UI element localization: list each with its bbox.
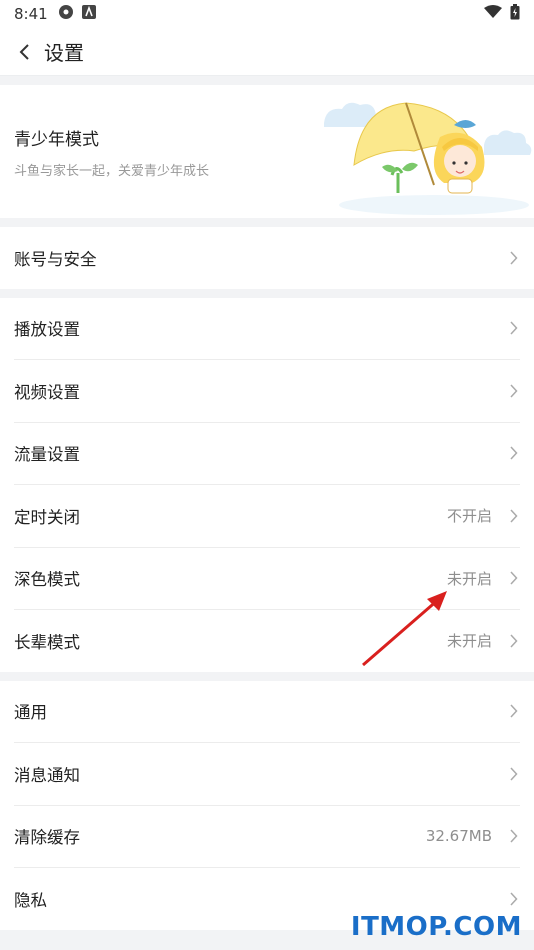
- chevron-right-icon: [506, 384, 520, 398]
- row-label: 播放设置: [14, 320, 80, 340]
- wifi-icon: [484, 5, 502, 23]
- chevron-right-icon: [506, 829, 520, 843]
- chevron-right-icon: [506, 321, 520, 335]
- chevron-right-icon: [506, 446, 520, 460]
- status-bar: 8:41: [0, 0, 534, 28]
- watermark: ITMOP.COM: [350, 912, 522, 942]
- group-general: 通用 消息通知 清除缓存 32.67MB 隐私: [0, 680, 534, 930]
- group-playback: 播放设置 视频设置 流量设置 定时关闭 不开启 深色模式 未开启 长辈模式 未开…: [0, 297, 534, 672]
- battery-icon: [510, 4, 520, 24]
- settings-row-clear-cache[interactable]: 清除缓存 32.67MB: [0, 806, 534, 868]
- row-label: 流量设置: [14, 445, 80, 465]
- settings-row-sleep-timer[interactable]: 定时关闭 不开启: [0, 485, 534, 547]
- chevron-right-icon: [506, 634, 520, 648]
- status-time: 8:41: [14, 5, 48, 23]
- chevron-right-icon: [506, 892, 520, 906]
- chevron-right-icon: [506, 704, 520, 718]
- settings-row-notifications[interactable]: 消息通知: [0, 743, 534, 805]
- header: 设置: [0, 28, 534, 76]
- settings-row-playback[interactable]: 播放设置: [0, 298, 534, 360]
- teen-mode-card[interactable]: 青少年模式 斗鱼与家长一起，关爱青少年成长: [0, 85, 534, 218]
- row-label: 账号与安全: [14, 249, 97, 269]
- page-title: 设置: [44, 41, 84, 65]
- chevron-left-icon: [19, 43, 29, 60]
- settings-row-dark-mode[interactable]: 深色模式 未开启: [0, 548, 534, 610]
- row-label: 定时关闭: [14, 507, 80, 527]
- settings-row-general[interactable]: 通用: [0, 681, 534, 743]
- chevron-right-icon: [506, 509, 520, 523]
- accessibility-icon: [81, 5, 96, 23]
- row-label: 深色模式: [14, 570, 80, 590]
- chevron-right-icon: [506, 251, 520, 265]
- chevron-right-icon: [506, 571, 520, 585]
- row-value: 未开启: [446, 569, 492, 588]
- row-label: 通用: [14, 703, 47, 723]
- chevron-right-icon: [506, 767, 520, 781]
- row-label: 隐私: [14, 890, 47, 910]
- row-label: 消息通知: [14, 765, 80, 785]
- row-value: 32.67MB: [425, 827, 492, 846]
- app-notification-icon: [58, 4, 74, 24]
- back-button[interactable]: [12, 40, 36, 64]
- row-label: 长辈模式: [14, 632, 80, 652]
- row-value: 未开启: [446, 632, 492, 651]
- row-label: 视频设置: [14, 382, 80, 402]
- row-value: 不开启: [446, 507, 492, 526]
- teen-mode-illustration: [324, 102, 532, 215]
- settings-row-video[interactable]: 视频设置: [0, 360, 534, 422]
- settings-row-account-security[interactable]: 账号与安全: [0, 227, 534, 289]
- settings-row-data-usage[interactable]: 流量设置: [0, 423, 534, 485]
- row-label: 清除缓存: [14, 828, 80, 848]
- settings-row-elder-mode[interactable]: 长辈模式 未开启: [0, 610, 534, 672]
